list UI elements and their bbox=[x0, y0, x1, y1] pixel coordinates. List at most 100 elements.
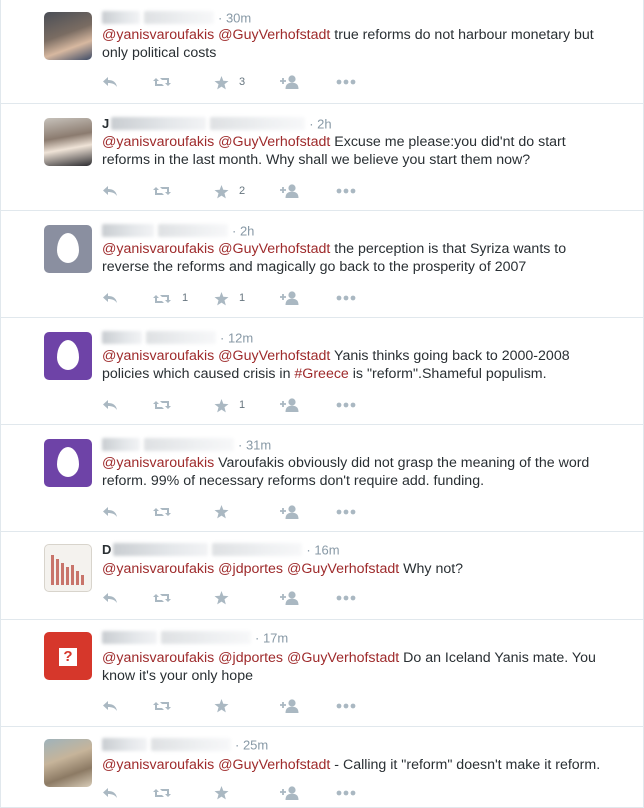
star-icon[interactable] bbox=[214, 785, 229, 801]
tweet-timestamp[interactable]: · 25m bbox=[235, 737, 268, 752]
hashtag-link[interactable]: #Greece bbox=[294, 366, 348, 382]
tweet-timestamp[interactable]: · 17m bbox=[255, 630, 288, 645]
mention-link[interactable]: @GuyVerhofstadt bbox=[218, 757, 330, 773]
tweet-item[interactable]: ? · 17m @yanisvaroufakis @jdportes @GuyVer… bbox=[0, 620, 644, 727]
star-icon[interactable]: 3 bbox=[214, 74, 245, 90]
reply-icon[interactable] bbox=[102, 785, 118, 801]
blurred-user-name[interactable] bbox=[102, 11, 140, 25]
reply-icon[interactable] bbox=[102, 504, 118, 520]
mention-link[interactable]: @yanisvaroufakis bbox=[102, 134, 214, 150]
blurred-user-handle[interactable] bbox=[144, 11, 214, 25]
blurred-user-name[interactable] bbox=[102, 224, 154, 238]
retweet-icon[interactable] bbox=[152, 590, 172, 606]
star-icon[interactable]: 1 bbox=[214, 397, 245, 413]
mention-link[interactable]: @GuyVerhofstadt bbox=[287, 561, 399, 577]
follow-icon[interactable] bbox=[280, 504, 300, 520]
more-icon[interactable] bbox=[336, 74, 356, 90]
avatar[interactable] bbox=[44, 739, 92, 787]
mention-link[interactable]: @yanisvaroufakis bbox=[102, 27, 214, 43]
mention-link[interactable]: @yanisvaroufakis bbox=[102, 561, 214, 577]
star-icon[interactable]: 1 bbox=[214, 290, 245, 306]
mention-link[interactable]: @GuyVerhofstadt bbox=[218, 241, 330, 257]
mention-link[interactable]: @yanisvaroufakis bbox=[102, 650, 214, 666]
more-icon[interactable] bbox=[336, 290, 356, 306]
mention-link[interactable]: @jdportes bbox=[218, 561, 283, 577]
retweet-icon[interactable] bbox=[152, 504, 172, 520]
star-icon[interactable] bbox=[214, 698, 229, 714]
mention-link[interactable]: @yanisvaroufakis bbox=[102, 348, 214, 364]
mention-link[interactable]: @GuyVerhofstadt bbox=[218, 348, 330, 364]
retweet-icon[interactable] bbox=[152, 74, 172, 90]
star-icon[interactable] bbox=[214, 504, 229, 520]
blurred-user-name[interactable] bbox=[102, 438, 140, 452]
blurred-user-handle[interactable] bbox=[212, 543, 303, 557]
avatar[interactable]: ? bbox=[44, 632, 92, 680]
more-icon[interactable] bbox=[336, 698, 356, 714]
follow-icon[interactable] bbox=[280, 74, 300, 90]
retweet-icon[interactable] bbox=[152, 183, 172, 199]
tweet-item[interactable]: · 2h @yanisvaroufakis @GuyVerhofstadt the… bbox=[0, 211, 644, 318]
reply-icon[interactable] bbox=[102, 74, 118, 90]
more-icon[interactable] bbox=[336, 590, 356, 606]
blurred-user-handle[interactable] bbox=[158, 224, 228, 238]
blurred-user-name[interactable] bbox=[102, 631, 157, 645]
tweet-item[interactable]: · 12m @yanisvaroufakis @GuyVerhofstadt Ya… bbox=[0, 318, 644, 425]
mention-link[interactable]: @yanisvaroufakis bbox=[102, 757, 214, 773]
tweet-timestamp[interactable]: · 12m bbox=[220, 330, 253, 345]
more-icon[interactable] bbox=[336, 785, 356, 801]
mention-link[interactable]: @GuyVerhofstadt bbox=[287, 650, 399, 666]
more-icon[interactable] bbox=[336, 504, 356, 520]
avatar[interactable] bbox=[44, 332, 92, 380]
blurred-user-handle[interactable] bbox=[151, 738, 231, 752]
more-icon[interactable] bbox=[336, 397, 356, 413]
blurred-user-handle[interactable] bbox=[210, 117, 306, 131]
follow-icon[interactable] bbox=[280, 397, 300, 413]
star-icon[interactable] bbox=[214, 590, 229, 606]
blurred-user-handle[interactable] bbox=[144, 438, 234, 452]
blurred-user-name[interactable] bbox=[102, 738, 147, 752]
retweet-icon[interactable]: 1 bbox=[152, 290, 188, 306]
tweet-timestamp[interactable]: · 31m bbox=[238, 437, 271, 452]
tweet-item[interactable]: D · 16m @yanisvaroufakis @jdportes @GuyVer… bbox=[0, 532, 644, 620]
mention-link[interactable]: @jdportes bbox=[218, 650, 283, 666]
mention-link[interactable]: @GuyVerhofstadt bbox=[218, 134, 330, 150]
user-name-initial[interactable]: J bbox=[102, 116, 109, 131]
retweet-icon[interactable] bbox=[152, 397, 172, 413]
blurred-user-handle[interactable] bbox=[161, 631, 251, 645]
retweet-icon[interactable] bbox=[152, 698, 172, 714]
mention-link[interactable]: @GuyVerhofstadt bbox=[218, 27, 330, 43]
avatar[interactable] bbox=[44, 118, 92, 166]
blurred-user-handle[interactable] bbox=[146, 331, 216, 345]
avatar[interactable] bbox=[44, 12, 92, 60]
follow-icon[interactable] bbox=[280, 785, 300, 801]
mention-link[interactable]: @yanisvaroufakis bbox=[102, 241, 214, 257]
tweet-timestamp[interactable]: · 16m bbox=[306, 542, 339, 557]
tweet-timestamp[interactable]: · 30m bbox=[218, 10, 251, 25]
follow-icon[interactable] bbox=[280, 590, 300, 606]
follow-icon[interactable] bbox=[280, 698, 300, 714]
reply-icon[interactable] bbox=[102, 397, 118, 413]
avatar[interactable] bbox=[44, 225, 92, 273]
mention-link[interactable]: @yanisvaroufakis bbox=[102, 455, 214, 471]
follow-icon[interactable] bbox=[280, 290, 300, 306]
blurred-user-name[interactable] bbox=[111, 117, 207, 131]
tweet-timestamp[interactable]: · 2h bbox=[309, 116, 331, 131]
tweet-item[interactable]: · 31m @yanisvaroufakis Varoufakis obvious… bbox=[0, 425, 644, 532]
user-name-initial[interactable]: D bbox=[102, 542, 111, 557]
more-icon[interactable] bbox=[336, 183, 356, 199]
follow-icon[interactable] bbox=[280, 183, 300, 199]
reply-icon[interactable] bbox=[102, 183, 118, 199]
reply-icon[interactable] bbox=[102, 698, 118, 714]
reply-icon[interactable] bbox=[102, 590, 118, 606]
tweet-item[interactable]: · 25m @yanisvaroufakis @GuyVerhofstadt - … bbox=[0, 727, 644, 808]
tweet-item[interactable]: J · 2h @yanisvaroufakis @GuyVerhofstadt Ex… bbox=[0, 104, 644, 211]
star-icon[interactable]: 2 bbox=[214, 183, 245, 199]
avatar[interactable] bbox=[44, 439, 92, 487]
reply-icon[interactable] bbox=[102, 290, 118, 306]
avatar[interactable] bbox=[44, 544, 92, 592]
tweet-item[interactable]: · 30m @yanisvaroufakis @GuyVerhofstadt tr… bbox=[0, 0, 644, 104]
retweet-icon[interactable] bbox=[152, 785, 172, 801]
blurred-user-name[interactable] bbox=[113, 543, 209, 557]
blurred-user-name[interactable] bbox=[102, 331, 142, 345]
tweet-timestamp[interactable]: · 2h bbox=[232, 223, 254, 238]
